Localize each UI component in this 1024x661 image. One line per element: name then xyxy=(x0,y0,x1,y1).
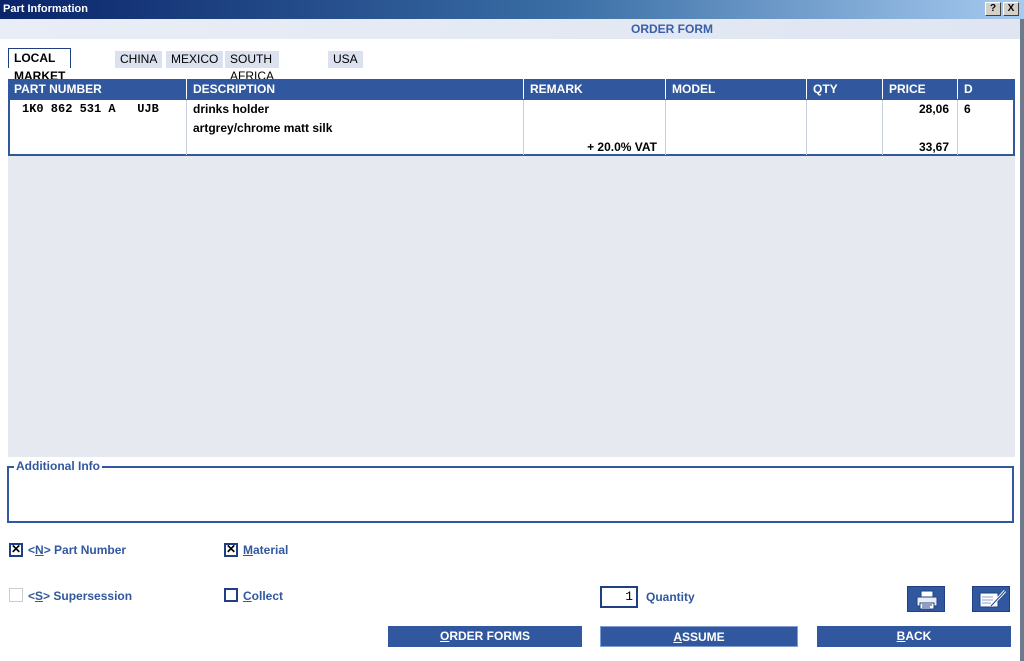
printer-icon xyxy=(916,590,938,610)
window-titlebar: Part Information xyxy=(0,0,1024,19)
parts-grid: PART NUMBER DESCRIPTION REMARK MODEL QTY… xyxy=(8,79,1015,457)
quantity-label: Quantity xyxy=(646,590,695,604)
supersession-label-suffix: > Supersession xyxy=(43,589,133,603)
col-price[interactable]: PRICE xyxy=(882,79,957,99)
col-remark[interactable]: REMARK xyxy=(523,79,665,99)
part-number-label[interactable]: <N> Part Number xyxy=(28,543,126,557)
col-d[interactable]: D xyxy=(957,79,1015,99)
collect-label-rest: ollect xyxy=(251,589,284,603)
quantity-input[interactable]: 1 xyxy=(600,586,638,608)
cell-description-line2: artgrey/chrome matt silk xyxy=(193,121,333,135)
additional-info-box[interactable]: Additional Info xyxy=(7,459,1014,523)
supersession-hotkey: S xyxy=(35,589,44,603)
table-row[interactable]: 1K0 862 531 A UJB drinks holder artgrey/… xyxy=(8,99,1015,156)
order-forms-label: RDER FORMS xyxy=(449,629,530,643)
material-label-rest: aterial xyxy=(253,543,289,557)
collect-hotkey: C xyxy=(243,589,252,603)
supersession-label[interactable]: <S> Supersession xyxy=(28,589,132,603)
print-button[interactable] xyxy=(907,586,945,612)
grid-header: PART NUMBER DESCRIPTION REMARK MODEL QTY… xyxy=(8,79,1015,99)
edit-button[interactable] xyxy=(972,586,1010,612)
tab-usa[interactable]: USA xyxy=(328,51,363,68)
collect-checkbox[interactable] xyxy=(224,588,238,602)
collect-label[interactable]: Collect xyxy=(243,589,283,603)
help-button[interactable]: ? xyxy=(985,2,1001,16)
cell-part-number: 1K0 862 531 A UJB xyxy=(22,102,159,116)
assume-hotkey: A xyxy=(673,630,682,644)
part-number-hotkey: N xyxy=(35,543,44,557)
supersession-label-prefix: < xyxy=(28,589,36,603)
tab-local-market[interactable]: LOCAL MARKET xyxy=(8,48,72,83)
form-title: ORDER FORM xyxy=(631,22,713,36)
material-checkbox[interactable] xyxy=(224,542,238,557)
col-qty[interactable]: QTY xyxy=(806,79,882,99)
form-header: ORDER FORM xyxy=(0,19,1024,39)
row-divider xyxy=(523,100,524,155)
row-divider xyxy=(882,100,883,155)
assume-button[interactable]: ASSUME xyxy=(600,626,798,647)
tab-mexico[interactable]: MEXICO xyxy=(166,51,224,68)
cell-price-net: 28,06 xyxy=(918,102,949,116)
row-divider xyxy=(957,100,958,155)
cell-description-line1: drinks holder xyxy=(193,102,270,116)
col-description[interactable]: DESCRIPTION xyxy=(186,79,523,99)
back-button[interactable]: BACK xyxy=(817,626,1011,647)
notepad-edit-icon xyxy=(979,589,1007,608)
order-forms-button[interactable]: ORDER FORMS xyxy=(388,626,582,647)
close-button[interactable]: X xyxy=(1003,2,1019,16)
order-forms-hotkey: O xyxy=(439,629,450,643)
material-hotkey: M xyxy=(243,543,253,557)
material-label[interactable]: Material xyxy=(243,543,288,557)
cell-price-gross: 33,67 xyxy=(918,140,949,154)
cell-d: 6 xyxy=(964,102,971,116)
window-right-edge xyxy=(1020,19,1024,661)
back-label: ACK xyxy=(905,629,932,643)
row-divider xyxy=(665,100,666,155)
part-number-label-prefix: < xyxy=(28,543,36,557)
tab-south-africa[interactable]: SOUTH AFRICA xyxy=(225,51,280,83)
part-number-checkbox[interactable] xyxy=(9,542,23,557)
col-model[interactable]: MODEL xyxy=(665,79,806,99)
cell-remark-vat: + 20.0% VAT xyxy=(587,140,657,154)
assume-label: SSUME xyxy=(681,630,725,644)
window-title: Part Information xyxy=(3,3,88,15)
supersession-checkbox[interactable] xyxy=(9,588,23,602)
row-divider xyxy=(806,100,807,155)
part-number-label-suffix: > Part Number xyxy=(43,543,127,557)
tab-china[interactable]: CHINA xyxy=(115,51,163,68)
col-part-number[interactable]: PART NUMBER xyxy=(8,79,186,99)
additional-info-legend: Additional Info xyxy=(14,459,102,473)
row-divider xyxy=(186,100,187,155)
